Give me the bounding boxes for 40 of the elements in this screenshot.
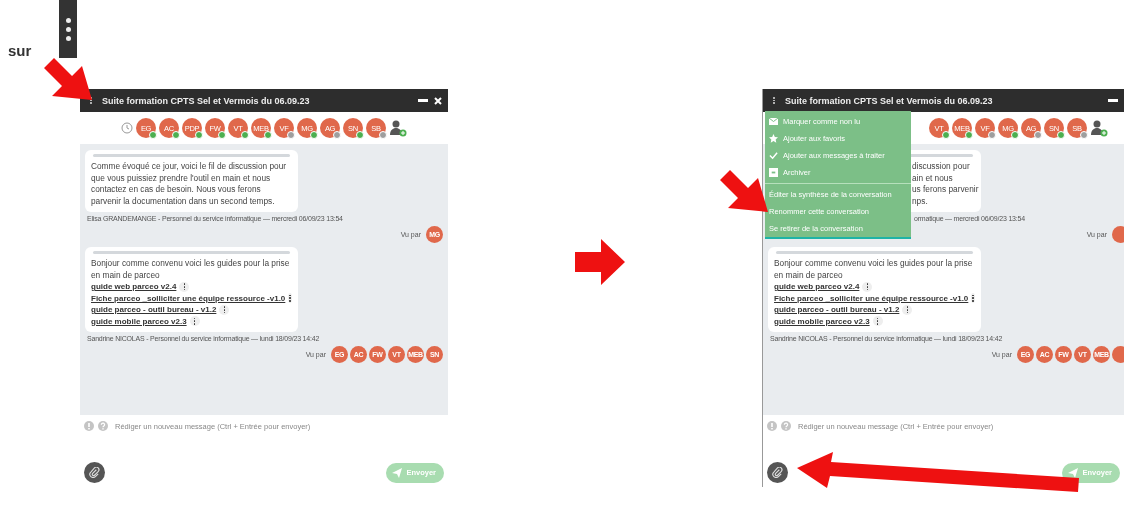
attach-button[interactable] [767,462,788,483]
document-link[interactable]: Fiche parceo _solliciter une équipe ressource -v1.0 [774,292,969,304]
document-link[interactable]: guide parceo - outil bureau - v1.2 [774,304,900,316]
more-options-icon [59,0,78,58]
more-options-button[interactable] [179,281,190,292]
pointer-arrow [575,239,625,285]
message-text: ain et nous [912,172,954,184]
close-icon[interactable] [434,96,442,105]
message-text: Bonjour comme convenu voici les guides pour la prise en main de parceo [91,258,291,281]
archive-icon [769,168,778,177]
envelope-icon [769,118,778,125]
send-icon [1068,467,1079,478]
instruction-text: sur [8,42,32,59]
document-link[interactable]: Fiche parceo _solliciter une équipe ressource -v1.0 [91,292,286,304]
message-text: Comme évoqué ce jour, voici le fil de discussion pour que vous puissiez prendre l'outil en main et nous contactez en cas de besoin. Nous vous ferons parvenir la documentation dans un second temps. [91,161,288,207]
more-options-button[interactable] [872,316,883,327]
message-text: nps. [912,195,929,207]
message-text: discussion pour [912,161,971,173]
paperclip-icon [89,467,100,478]
message-text: Bonjour comme convenu voici les guides pour la prise en main de parceo [774,258,974,281]
document-link[interactable]: guide parceo - outil bureau - v1.2 [91,304,217,316]
more-options-button[interactable] [219,304,230,315]
add-user-icon[interactable] [1090,119,1108,137]
star-icon [769,134,778,143]
document-link[interactable]: guide web parceo v2.4 [774,281,860,293]
paperclip-icon [772,467,783,478]
send-icon [392,467,403,478]
add-user-icon[interactable] [389,119,407,137]
more-options-button[interactable] [862,281,873,292]
document-link[interactable]: guide mobile parceo v2.3 [91,315,187,327]
pointer-arrow [720,170,768,212]
pointer-arrow [44,58,92,100]
window-title: Suite formation CPTS Sel et Vermois du 06.09.23 [785,95,994,106]
document-link[interactable]: guide web parceo v2.4 [91,281,177,293]
more-options-button[interactable] [189,316,200,327]
attach-button[interactable] [84,462,105,483]
check-icon [769,151,778,160]
document-link[interactable]: guide mobile parceo v2.3 [774,315,870,327]
more-options-button[interactable] [902,304,913,315]
window-title: Suite formation CPTS Sel et Vermois du 06.09.23 [102,95,311,106]
